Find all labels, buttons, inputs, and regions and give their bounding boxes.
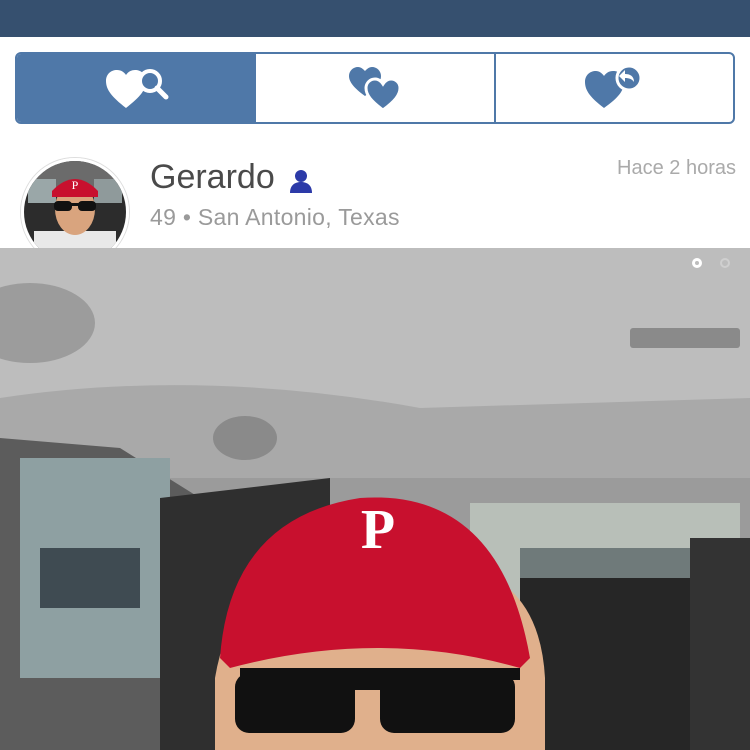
- tab-mutual-matches[interactable]: [256, 54, 496, 122]
- profile-name[interactable]: Gerardo: [150, 158, 275, 197]
- pager-dot-active[interactable]: [692, 258, 702, 268]
- last-active-time: Hace 2 horas: [617, 157, 736, 179]
- profile-photo[interactable]: P: [0, 248, 750, 750]
- top-app-bar: [0, 0, 750, 37]
- photo-pager: [692, 258, 730, 268]
- person-icon: [290, 170, 312, 193]
- heart-search-icon: [105, 69, 169, 108]
- tab-likes-back[interactable]: [496, 54, 733, 122]
- two-hearts-icon: [348, 67, 402, 112]
- profile-age-location: 49 • San Antonio, Texas: [150, 204, 400, 230]
- heart-reply-icon: [585, 64, 643, 108]
- svg-text:P: P: [361, 499, 395, 561]
- pager-dot[interactable]: [720, 258, 730, 268]
- tab-bar: [15, 52, 735, 124]
- tab-search-matches[interactable]: [17, 54, 257, 122]
- svg-text:P: P: [72, 178, 79, 192]
